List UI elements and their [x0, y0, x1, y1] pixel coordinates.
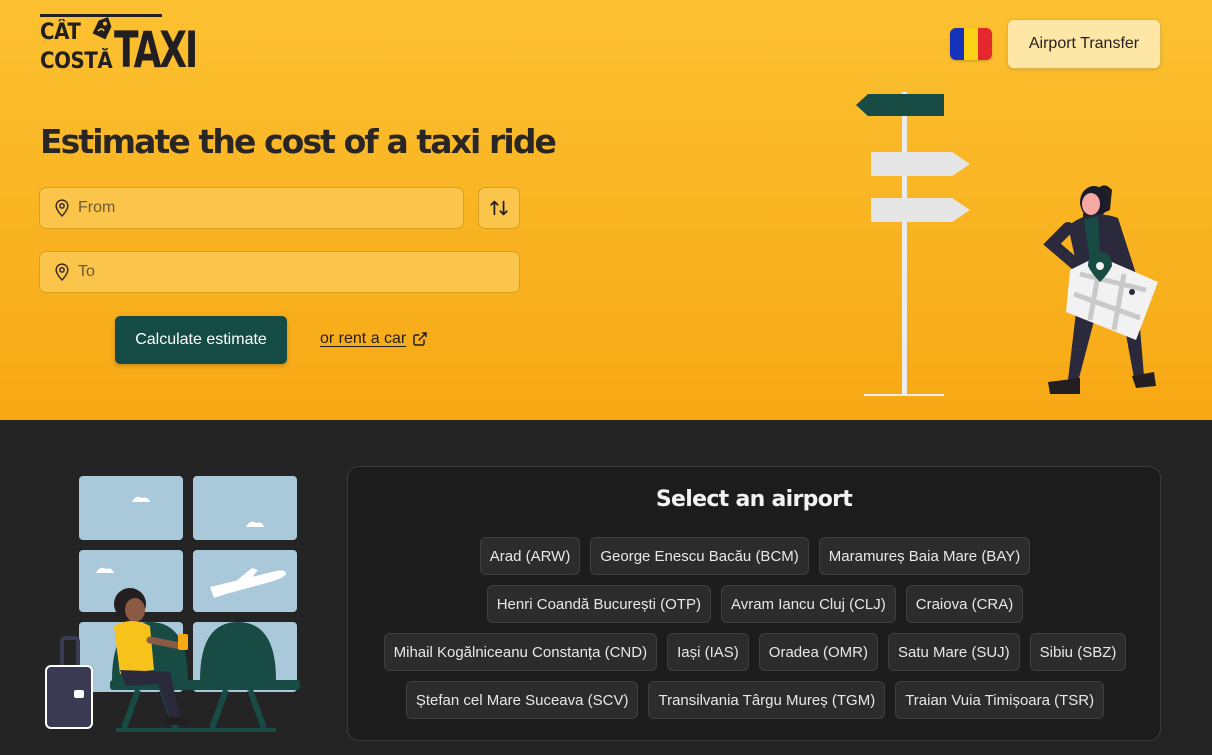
to-field[interactable]	[39, 251, 520, 293]
airport-chip[interactable]: Iași (IAS)	[667, 633, 749, 671]
airport-selector-panel: Select an airport Arad (ARW) George Enesc…	[347, 466, 1161, 741]
page-title: Estimate the cost of a taxi ride	[40, 122, 557, 161]
airport-waiting-illustration	[45, 476, 300, 732]
swap-arrows-icon	[490, 200, 508, 216]
logo-line-2: COSTĂ	[40, 49, 113, 74]
airport-chip[interactable]: Craiova (CRA)	[905, 585, 1024, 623]
swap-locations-button[interactable]	[478, 187, 520, 229]
logo-line-1: CÂT	[40, 20, 81, 45]
rent-a-car-link[interactable]: or rent a car	[320, 330, 428, 348]
location-pin-icon	[55, 263, 69, 281]
airport-transfer-button[interactable]: Airport Transfer	[1007, 19, 1161, 69]
price-tag-icon	[92, 17, 112, 40]
traveler-illustration	[1043, 185, 1158, 394]
airport-chip[interactable]: Ștefan cel Mare Suceava (SCV)	[405, 681, 639, 719]
airport-panel-title: Select an airport	[655, 487, 853, 512]
airport-chip[interactable]: Sibiu (SBZ)	[1029, 633, 1127, 671]
airport-chip[interactable]: George Enescu Bacău (BCM)	[590, 537, 809, 575]
rent-a-car-label: or rent a car	[320, 330, 407, 347]
airport-chip-list: Arad (ARW) George Enescu Bacău (BCM) Maram…	[368, 537, 1142, 719]
airport-chip[interactable]: Traian Vuia Timișoara (TSR)	[895, 681, 1105, 719]
airport-chip[interactable]: Avram Iancu Cluj (CLJ)	[720, 585, 896, 623]
brand-logo[interactable]: CÂT COSTĂ TAXI	[40, 14, 198, 78]
location-pin-icon	[55, 199, 69, 217]
calculate-estimate-button[interactable]: Calculate estimate	[115, 316, 287, 364]
logo-taxi-word: TAXI	[114, 21, 198, 79]
signpost-illustration	[856, 92, 970, 396]
airport-chip[interactable]: Oradea (OMR)	[758, 633, 878, 671]
airport-chip[interactable]: Transilvania Târgu Mureș (TGM)	[648, 681, 886, 719]
to-input[interactable]	[78, 263, 458, 281]
airport-chip[interactable]: Arad (ARW)	[479, 537, 581, 575]
airport-chip[interactable]: Mihail Kogălniceanu Constanța (CND)	[383, 633, 658, 671]
hero-section: CÂT COSTĂ TAXI Airport Transfer Estimate…	[0, 0, 1212, 420]
romania-flag-icon[interactable]	[950, 28, 992, 60]
from-input[interactable]	[78, 199, 458, 217]
external-link-icon	[413, 332, 427, 346]
from-field[interactable]	[39, 187, 464, 229]
airport-chip[interactable]: Satu Mare (SUJ)	[887, 633, 1020, 671]
airport-chip[interactable]: Henri Coandă București (OTP)	[486, 585, 711, 623]
airport-chip[interactable]: Maramureș Baia Mare (BAY)	[818, 537, 1031, 575]
